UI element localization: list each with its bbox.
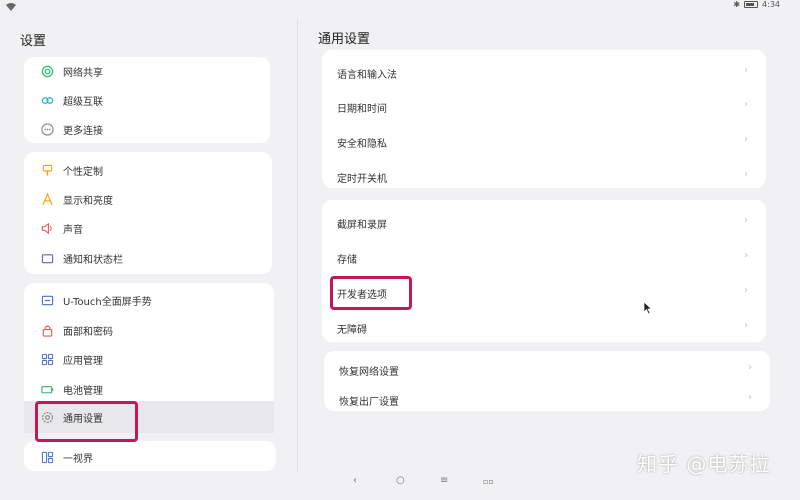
lock-icon bbox=[40, 323, 54, 337]
setting-reset-network[interactable]: 恢复网络设置 › bbox=[324, 353, 770, 387]
setting-label: 无障碍 bbox=[337, 324, 367, 336]
general-group-reset: 恢复网络设置 › 恢复出厂设置 › bbox=[324, 351, 770, 411]
general-group-basic: 语言和输入法 › 日期和时间 › 安全和隐私 › 定时开关机 › bbox=[322, 50, 766, 188]
chevron-right-icon: › bbox=[744, 285, 748, 296]
mouse-cursor-icon bbox=[643, 301, 653, 315]
sidebar-item-label: 个性定制 bbox=[63, 166, 103, 178]
highlight-developer-options bbox=[330, 276, 412, 310]
hotspot-icon bbox=[40, 64, 54, 78]
battery-manage-icon bbox=[40, 382, 54, 396]
nav-menu-button[interactable]: ≡ bbox=[440, 475, 448, 486]
speaker-icon bbox=[40, 221, 54, 235]
setting-date-time[interactable]: 日期和时间 › bbox=[322, 90, 766, 124]
sidebar-item-notifications[interactable]: 通知和状态栏 bbox=[24, 244, 272, 272]
wifi-icon bbox=[6, 3, 16, 11]
gesture-icon bbox=[40, 293, 54, 307]
highlight-general-settings bbox=[35, 401, 138, 442]
settings-group-personalization: 个性定制 显示和亮度 声音 通知和状态栏 bbox=[24, 152, 272, 274]
sidebar-item-label: U-Touch全面屏手势 bbox=[63, 296, 152, 308]
sidebar-item-label: 超级互联 bbox=[63, 96, 103, 108]
settings-group-connectivity: 网络共享 超级互联 更多连接 bbox=[24, 57, 270, 143]
setting-label: 语言和输入法 bbox=[337, 69, 397, 81]
chevron-right-icon: › bbox=[744, 134, 748, 145]
sidebar-item-label: 更多连接 bbox=[63, 125, 103, 137]
status-bar: ✱ 4:34 bbox=[0, 0, 800, 14]
chevron-right-icon: › bbox=[744, 320, 748, 331]
setting-factory-reset[interactable]: 恢复出厂设置 › bbox=[324, 383, 770, 417]
sidebar-item-more-connections[interactable]: 更多连接 bbox=[24, 115, 270, 143]
setting-label: 存储 bbox=[337, 254, 357, 266]
sidebar-item-label: 网络共享 bbox=[63, 67, 103, 79]
sidebar-item-label: 电池管理 bbox=[63, 385, 103, 397]
sidebar-item-gestures[interactable]: U-Touch全面屏手势 bbox=[24, 286, 274, 314]
chevron-right-icon: › bbox=[744, 99, 748, 110]
sidebar-item-face-password[interactable]: 面部和密码 bbox=[24, 316, 274, 344]
display-icon bbox=[40, 192, 54, 206]
page-title: 设置 bbox=[20, 34, 47, 49]
chevron-right-icon: › bbox=[748, 362, 752, 373]
brush-icon bbox=[40, 163, 54, 177]
bluetooth-icon: ✱ bbox=[733, 0, 741, 9]
setting-label: 恢复出厂设置 bbox=[339, 396, 399, 408]
sidebar-item-sound[interactable]: 声音 bbox=[24, 214, 272, 242]
apps-icon bbox=[40, 352, 54, 366]
sidebar-item-split-view[interactable]: 一视界 bbox=[24, 443, 276, 471]
sidebar-item-label: 一视界 bbox=[63, 453, 93, 465]
setting-security-privacy[interactable]: 安全和隐私 › bbox=[322, 125, 766, 159]
status-right: ✱ 4:34 bbox=[733, 0, 780, 9]
general-group-tools: 截屏和录屏 › 存储 › 开发者选项 › 无障碍 › bbox=[322, 200, 766, 342]
sidebar-item-label: 显示和亮度 bbox=[63, 195, 113, 207]
status-time: 4:34 bbox=[762, 0, 780, 9]
watermark: 知乎 @电苏拉 bbox=[637, 452, 771, 476]
chevron-right-icon: › bbox=[744, 169, 748, 180]
setting-label: 日期和时间 bbox=[337, 103, 387, 115]
split-view-icon bbox=[40, 450, 54, 464]
nav-recents-button[interactable]: ▫▫ bbox=[483, 477, 494, 486]
setting-scheduled-power[interactable]: 定时开关机 › bbox=[322, 160, 766, 194]
sidebar-item-personalize[interactable]: 个性定制 bbox=[24, 156, 272, 184]
setting-label: 截屏和录屏 bbox=[337, 219, 387, 231]
sidebar-item-label: 声音 bbox=[63, 224, 83, 236]
sidebar-item-label: 面部和密码 bbox=[63, 326, 113, 338]
chevron-right-icon: › bbox=[748, 392, 752, 403]
sidebar-item-display[interactable]: 显示和亮度 bbox=[24, 185, 272, 213]
sidebar-item-label: 应用管理 bbox=[63, 355, 103, 367]
setting-label: 定时开关机 bbox=[337, 173, 387, 185]
pane-divider bbox=[297, 18, 298, 473]
sidebar-item-hotspot[interactable]: 网络共享 bbox=[24, 57, 270, 85]
chevron-right-icon: › bbox=[744, 65, 748, 76]
setting-label: 安全和隐私 bbox=[337, 138, 387, 150]
chevron-right-icon: › bbox=[744, 215, 748, 226]
setting-storage[interactable]: 存储 › bbox=[322, 241, 766, 275]
nav-back-button[interactable]: ‹ bbox=[353, 475, 357, 486]
sidebar-item-apps[interactable]: 应用管理 bbox=[24, 345, 274, 373]
detail-title: 通用设置 bbox=[318, 32, 371, 47]
setting-label: 恢复网络设置 bbox=[339, 366, 399, 378]
sidebar-item-label: 通知和状态栏 bbox=[63, 254, 123, 266]
nav-home-button[interactable]: ○ bbox=[396, 475, 405, 486]
battery-icon bbox=[744, 1, 759, 8]
link-icon bbox=[40, 93, 54, 107]
sidebar-item-super-link[interactable]: 超级互联 bbox=[24, 86, 270, 114]
setting-language-input[interactable]: 语言和输入法 › bbox=[322, 56, 766, 90]
chevron-right-icon: › bbox=[744, 250, 748, 261]
setting-screenshot-record[interactable]: 截屏和录屏 › bbox=[322, 206, 766, 240]
sidebar-item-battery[interactable]: 电池管理 bbox=[24, 375, 274, 403]
setting-accessibility[interactable]: 无障碍 › bbox=[322, 311, 766, 345]
notification-icon bbox=[40, 251, 54, 265]
settings-group-view: 一视界 bbox=[24, 441, 276, 471]
more-icon bbox=[40, 122, 54, 136]
